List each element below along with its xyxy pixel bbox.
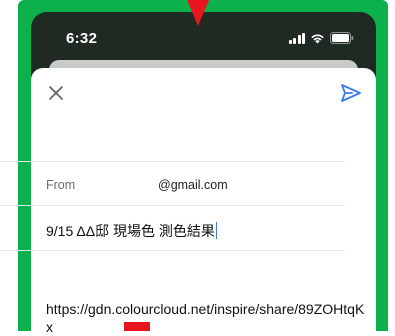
close-icon[interactable] — [47, 84, 65, 102]
status-icons — [288, 32, 355, 44]
compose-sheet — [31, 68, 376, 331]
status-time: 6:32 — [66, 30, 98, 47]
top-arrow-marker — [187, 0, 209, 26]
wifi-icon — [311, 33, 324, 43]
header-divider — [0, 161, 345, 162]
subject-divider — [0, 250, 345, 251]
phone-screen: 6:32 — [31, 12, 376, 331]
subject-field[interactable]: 9/15 ΔΔ邸 現場色 測色結果 — [46, 221, 218, 241]
cellular-signal-icon — [288, 32, 305, 44]
from-address[interactable]: @gmail.com — [158, 178, 228, 192]
battery-icon — [330, 32, 354, 44]
from-row[interactable]: From @gmail.com — [46, 178, 366, 198]
text-cursor — [215, 222, 218, 239]
screenshot-frame: 6:32 From @gmail.com 9/15 ΔΔ邸 現場色 測色結果 h… — [0, 0, 395, 335]
bottom-marker — [124, 322, 150, 331]
send-icon[interactable] — [340, 83, 362, 103]
subject-text: 9/15 ΔΔ邸 現場色 測色結果 — [46, 223, 215, 239]
from-label: From — [46, 178, 76, 192]
from-divider — [0, 205, 345, 206]
